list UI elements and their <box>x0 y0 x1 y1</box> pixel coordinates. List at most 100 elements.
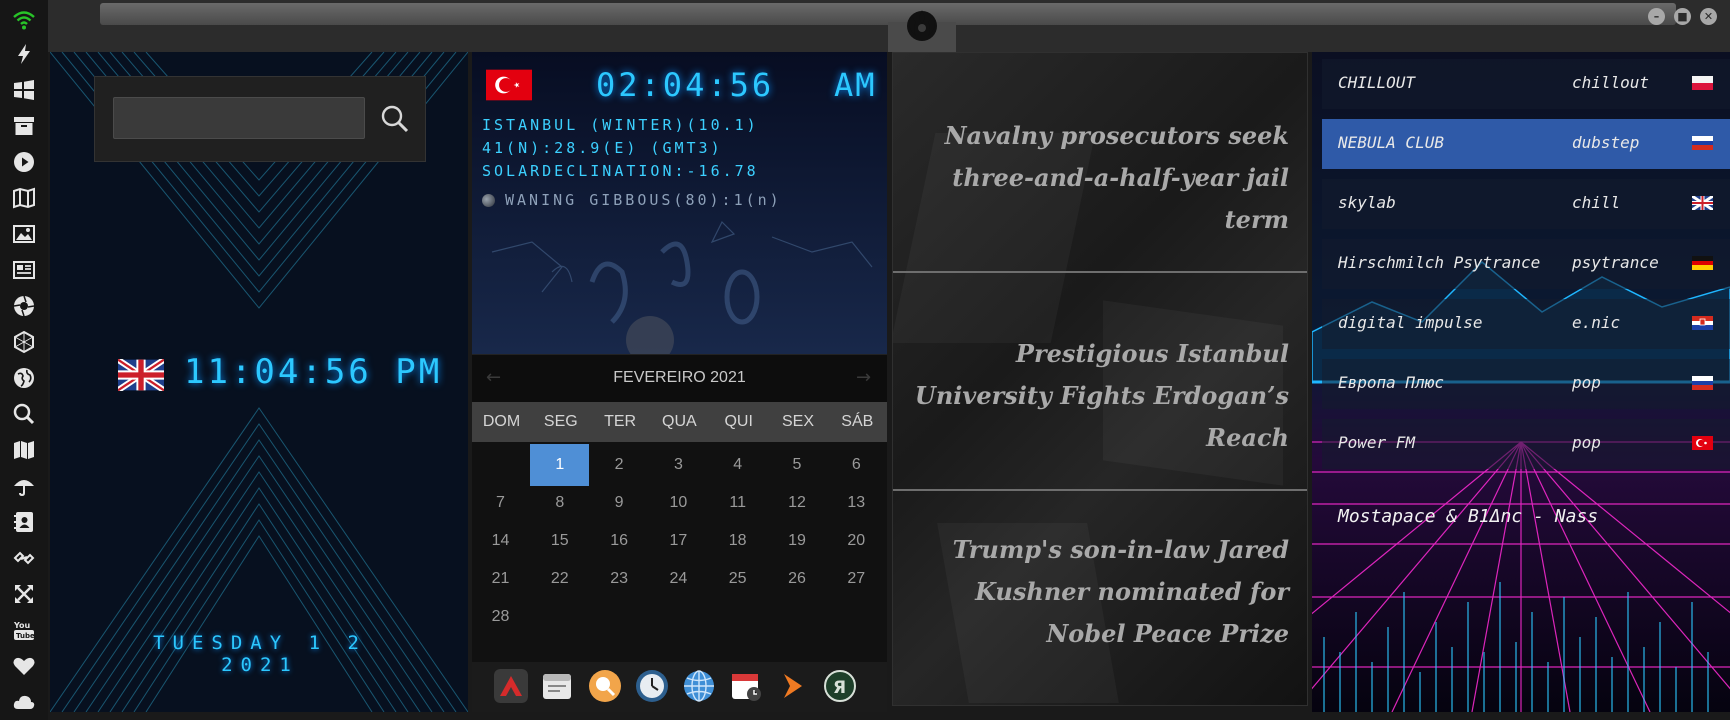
calendar-day[interactable]: 27 <box>827 558 886 600</box>
poland-flag-icon <box>1692 76 1713 90</box>
calendar: ← FEVEREIRO 2021 → DOM SEG TER QUA QUI SEX SÁB… <box>472 354 887 712</box>
calendar-day[interactable]: 14 <box>472 520 530 562</box>
play-icon[interactable] <box>12 150 36 174</box>
news-headline[interactable]: Trump's son-in-law Jared Kushner nominat… <box>909 529 1289 655</box>
heart-icon[interactable] <box>12 654 36 678</box>
istanbul-time: 02:04:56 <box>596 66 775 104</box>
station-genre: e.nic <box>1572 313 1621 332</box>
station-row[interactable]: digital impulse e.nic <box>1322 299 1730 349</box>
station-row[interactable]: Power FM pop <box>1322 419 1730 469</box>
calendar-day[interactable]: 9 <box>590 482 649 524</box>
search-input[interactable] <box>113 97 365 139</box>
zodiac-background <box>491 220 873 354</box>
weekday-row: DOM SEG TER QUA QUI SEX SÁB <box>472 402 887 442</box>
calendar-day[interactable]: 6 <box>827 444 886 486</box>
yandex-app-icon[interactable]: Я <box>823 669 857 703</box>
minimize-button[interactable]: – <box>1648 8 1665 25</box>
globe-icon[interactable] <box>12 366 36 390</box>
news-separator <box>893 271 1307 273</box>
calendar-app-icon[interactable] <box>729 669 763 703</box>
map-icon[interactable] <box>12 438 36 462</box>
istanbul-info: 02:04:56 AM ISTANBUL (WINTER)(10.1) 41(N… <box>472 52 887 354</box>
london-date: TUESDAY 1 2 2021 <box>153 632 367 676</box>
calendar-day[interactable]: 16 <box>590 520 649 562</box>
clock-app-icon[interactable] <box>635 669 669 703</box>
aperture-icon[interactable] <box>12 294 36 318</box>
calendar-day[interactable]: 12 <box>768 482 827 524</box>
station-row-active[interactable]: NEBULA CLUB dubstep <box>1322 119 1730 169</box>
cloud-icon[interactable] <box>12 690 36 714</box>
station-genre: chillout <box>1572 73 1650 92</box>
arrow-app-icon[interactable] <box>776 669 810 703</box>
russia-flag-icon <box>1692 136 1713 150</box>
contacts-icon[interactable] <box>12 510 36 534</box>
calendar-notes-icon[interactable] <box>540 669 574 703</box>
flash-icon[interactable] <box>12 42 36 66</box>
station-row[interactable]: Европа Плюс pop <box>1322 359 1730 409</box>
news-panel: Navalny prosecutors seek three-and-a-hal… <box>892 52 1308 706</box>
station-genre: pop <box>1572 433 1601 452</box>
uk-flag-icon <box>1692 196 1713 210</box>
turkey-flag-icon <box>486 69 532 101</box>
moon-icon <box>482 194 495 207</box>
station-genre: pop <box>1572 373 1601 392</box>
hexagon-icon[interactable] <box>12 330 36 354</box>
svg-text:Tube: Tube <box>16 632 35 640</box>
calendar-day-today[interactable]: 1 <box>530 444 590 486</box>
calendar-day[interactable]: 13 <box>827 482 886 524</box>
world-clock-panel: 11:04:56 PM TUESDAY 1 2 2021 <box>50 52 468 712</box>
windows-icon[interactable] <box>12 78 36 102</box>
calendar-day[interactable]: 18 <box>708 520 767 562</box>
news-headline[interactable]: Navalny prosecutors seek three-and-a-hal… <box>909 115 1289 241</box>
calendar-day[interactable]: 24 <box>649 558 708 600</box>
calendar-day[interactable]: 2 <box>590 444 649 486</box>
archive-icon[interactable] <box>12 114 36 138</box>
calendar-day[interactable]: 22 <box>530 558 589 600</box>
calendar-day[interactable]: 28 <box>472 596 530 638</box>
youtube-icon[interactable]: You Tube <box>12 618 36 642</box>
expand-icon[interactable] <box>12 582 36 606</box>
link-icon[interactable] <box>12 546 36 570</box>
image-icon[interactable] <box>12 222 36 246</box>
station-row[interactable]: Hirschmilch Psytrance psytrance <box>1322 239 1730 289</box>
archive-app-icon[interactable] <box>494 669 528 703</box>
croatia-flag-icon <box>1692 316 1713 330</box>
calendar-day[interactable]: 5 <box>768 444 827 486</box>
calendar-day[interactable]: 4 <box>708 444 767 486</box>
umbrella-icon[interactable] <box>12 474 36 498</box>
calendar-day[interactable]: 19 <box>768 520 827 562</box>
wifi-icon[interactable] <box>12 8 36 32</box>
istanbul-calendar-panel: 02:04:56 AM ISTANBUL (WINTER)(10.1) 41(N… <box>472 52 887 712</box>
station-name: digital impulse <box>1338 313 1483 332</box>
news-icon[interactable] <box>12 258 36 282</box>
calendar-day[interactable]: 20 <box>827 520 886 562</box>
globe-app-icon[interactable] <box>682 669 716 703</box>
istanbul-ampm: AM <box>834 66 877 104</box>
turkey-flag-icon <box>1692 436 1713 450</box>
calendar-day[interactable]: 25 <box>708 558 767 600</box>
search-icon[interactable] <box>12 402 36 426</box>
calendar-day[interactable]: 11 <box>708 482 767 524</box>
calendar-day[interactable]: 15 <box>530 520 589 562</box>
news-headline[interactable]: Prestigious Istanbul University Fights E… <box>909 333 1289 459</box>
calendar-day[interactable]: 26 <box>768 558 827 600</box>
calendar-day[interactable]: 10 <box>649 482 708 524</box>
rebel-alliance-logo <box>907 10 937 41</box>
next-month-button[interactable]: → <box>856 367 871 388</box>
search-app-icon[interactable] <box>588 669 622 703</box>
close-button[interactable]: ✕ <box>1700 8 1717 25</box>
station-row[interactable]: CHILLOUT chillout <box>1322 59 1730 109</box>
calendar-day[interactable]: 3 <box>649 444 708 486</box>
station-genre: psytrance <box>1572 253 1659 272</box>
solar-declination-line: SOLARDECLINATION:-16.78 <box>482 162 759 180</box>
station-row[interactable]: skylab chill <box>1322 179 1730 229</box>
map-book-icon[interactable] <box>12 186 36 210</box>
calendar-day[interactable]: 21 <box>472 558 530 600</box>
moon-phase-line: WANING GIBBOUS(80):1(n) <box>482 191 782 209</box>
calendar-day[interactable]: 8 <box>530 482 589 524</box>
maximize-button[interactable]: ■ <box>1674 8 1691 25</box>
calendar-day[interactable]: 7 <box>472 482 530 524</box>
search-button-icon[interactable] <box>377 101 413 137</box>
calendar-day[interactable]: 23 <box>590 558 649 600</box>
calendar-day[interactable]: 17 <box>649 520 708 562</box>
